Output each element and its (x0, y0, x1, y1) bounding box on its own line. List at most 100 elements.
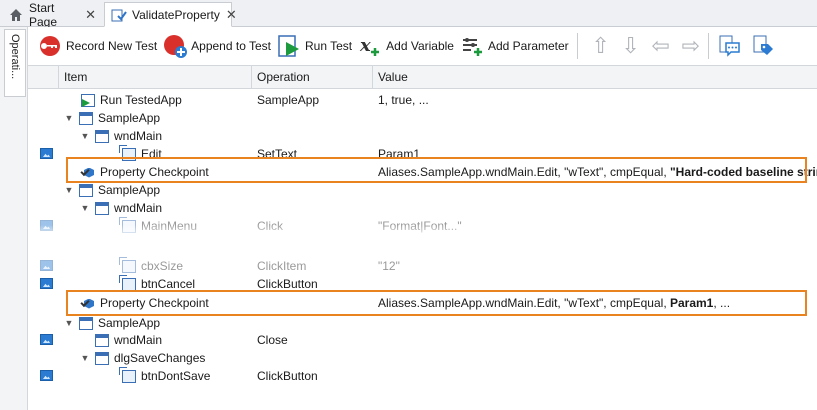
record-icon (38, 34, 62, 58)
operation-cell: ClickButton (257, 369, 318, 383)
tag-button[interactable] (751, 31, 779, 61)
table-row[interactable]: btnDontSave ClickButton (28, 366, 817, 385)
window-icon (95, 333, 109, 347)
table-row[interactable]: ▼ SampleApp (28, 181, 817, 199)
row-gutter (28, 367, 59, 385)
row-gutter (28, 163, 59, 181)
item-name: btnDontSave (141, 369, 211, 383)
chevron-down-icon[interactable]: ▼ (79, 349, 91, 367)
property-checkpoint-icon (81, 166, 95, 179)
value-text: Aliases.SampleApp.wndMain.Edit, "wText",… (378, 165, 670, 179)
column-header-value[interactable]: Value (373, 66, 817, 89)
tab-label: ValidateProperty (132, 7, 220, 22)
move-right-icon[interactable]: ⇨ (676, 34, 706, 58)
tag-icon (751, 34, 775, 58)
append-record-icon (163, 34, 188, 58)
grid-header: Item Operation Value (28, 65, 817, 89)
table-row[interactable]: btnCancel ClickButton (28, 274, 817, 293)
table-row[interactable]: Property Checkpoint Aliases.SampleApp.wn… (28, 163, 817, 181)
window-icon (79, 111, 93, 125)
close-icon[interactable]: ✕ (79, 7, 96, 23)
item-name: SampleApp (98, 316, 161, 330)
run-label: Run Test (305, 39, 353, 53)
toolbar-separator (707, 33, 709, 59)
operation-cell: ClickButton (257, 277, 318, 291)
table-row[interactable]: cbxSize ClickItem "12" (28, 256, 817, 275)
table-row[interactable]: ▼ SampleApp (28, 314, 817, 332)
chevron-down-icon[interactable]: ▼ (79, 199, 91, 217)
close-icon[interactable]: ✕ (220, 7, 237, 23)
item-name: SampleApp (98, 183, 161, 197)
table-row[interactable]: Edit SetText Param1 (28, 144, 817, 163)
side-tab-label: Operati... (9, 34, 21, 80)
add-parameter-button[interactable]: Add Parameter (460, 31, 569, 61)
fade-overlay (28, 225, 817, 259)
home-icon (8, 7, 24, 23)
chevron-down-icon[interactable]: ▼ (79, 127, 91, 145)
row-gutter (28, 349, 59, 367)
row-gutter (28, 199, 59, 217)
variable-icon: x (358, 34, 382, 58)
column-header-operation[interactable]: Operation (252, 66, 373, 89)
table-row[interactable]: wndMain Close (28, 331, 817, 349)
screenshot-icon[interactable] (40, 278, 53, 289)
side-panel-strip: Operati... (0, 27, 28, 410)
grid-header-gutter (28, 66, 59, 89)
chevron-down-icon[interactable]: ▼ (63, 314, 75, 332)
window-icon (95, 129, 109, 143)
move-left-icon[interactable]: ⇦ (646, 34, 676, 58)
chevron-down-icon[interactable]: ▼ (63, 109, 75, 127)
control-icon (119, 256, 136, 273)
window-icon (95, 351, 109, 365)
table-row[interactable]: ▼ dlgSaveChanges (28, 349, 817, 367)
property-checkpoint-icon (81, 297, 95, 310)
table-row[interactable]: ▼ wndMain (28, 199, 817, 217)
screenshot-icon[interactable] (40, 334, 53, 345)
tab-label: Start Page (29, 0, 58, 29)
operation-cell: Close (257, 333, 288, 347)
tab-validate-property[interactable]: ValidateProperty ✕ (104, 2, 237, 27)
item-name: Property Checkpoint (100, 165, 209, 179)
row-gutter (28, 109, 59, 127)
control-icon (119, 366, 136, 383)
comment-icon (717, 34, 741, 58)
item-name: Edit (141, 147, 162, 161)
item-name: dlgSaveChanges (114, 351, 206, 365)
keyword-test-icon (111, 7, 127, 23)
run-icon (277, 34, 301, 58)
screenshot-icon[interactable] (40, 370, 53, 381)
comment-button[interactable] (717, 31, 745, 61)
table-row[interactable]: Run TestedApp SampleApp 1, true, ... (28, 91, 817, 109)
item-name: Run TestedApp (100, 93, 182, 107)
move-up-icon[interactable]: ⇧ (586, 34, 616, 58)
add-variable-button[interactable]: x Add Variable (358, 31, 454, 61)
table-row[interactable]: Property Checkpoint Aliases.SampleApp.wn… (28, 294, 817, 312)
screenshot-icon[interactable] (40, 148, 53, 159)
chevron-down-icon[interactable]: ▼ (63, 181, 75, 199)
svg-text:x: x (359, 35, 371, 56)
screenshot-icon[interactable] (40, 260, 53, 271)
operation-cell: SetText (257, 147, 298, 161)
append-to-test-button[interactable]: Append to Test (163, 31, 271, 61)
value-cell: "12" (378, 259, 400, 273)
record-new-test-button[interactable]: Record New Test (38, 31, 157, 61)
control-icon (119, 274, 136, 291)
tab-start-page[interactable]: Start Page ✕ (2, 0, 102, 29)
value-bold-text: "Hard-coded baseline string" (669, 165, 817, 179)
move-down-icon[interactable]: ⇩ (616, 34, 646, 58)
value-text: , ... (713, 296, 731, 310)
operations-side-tab[interactable]: Operati... (4, 29, 26, 97)
item-name: cbxSize (141, 259, 184, 273)
item-name: wndMain (114, 201, 163, 215)
table-row[interactable]: ▼ SampleApp (28, 109, 817, 127)
row-gutter (28, 145, 59, 163)
run-test-button[interactable]: Run Test (277, 31, 352, 61)
add-parameter-label: Add Parameter (487, 39, 569, 53)
value-cell: Aliases.SampleApp.wndMain.Edit, "wText",… (378, 163, 817, 181)
row-gutter (28, 127, 59, 145)
column-header-item[interactable]: Item (59, 66, 252, 89)
tab-bar: Start Page ✕ ValidateProperty ✕ (0, 0, 817, 29)
table-row[interactable]: ▼ wndMain (28, 127, 817, 145)
item-name: btnCancel (141, 277, 196, 291)
window-icon (79, 316, 93, 330)
